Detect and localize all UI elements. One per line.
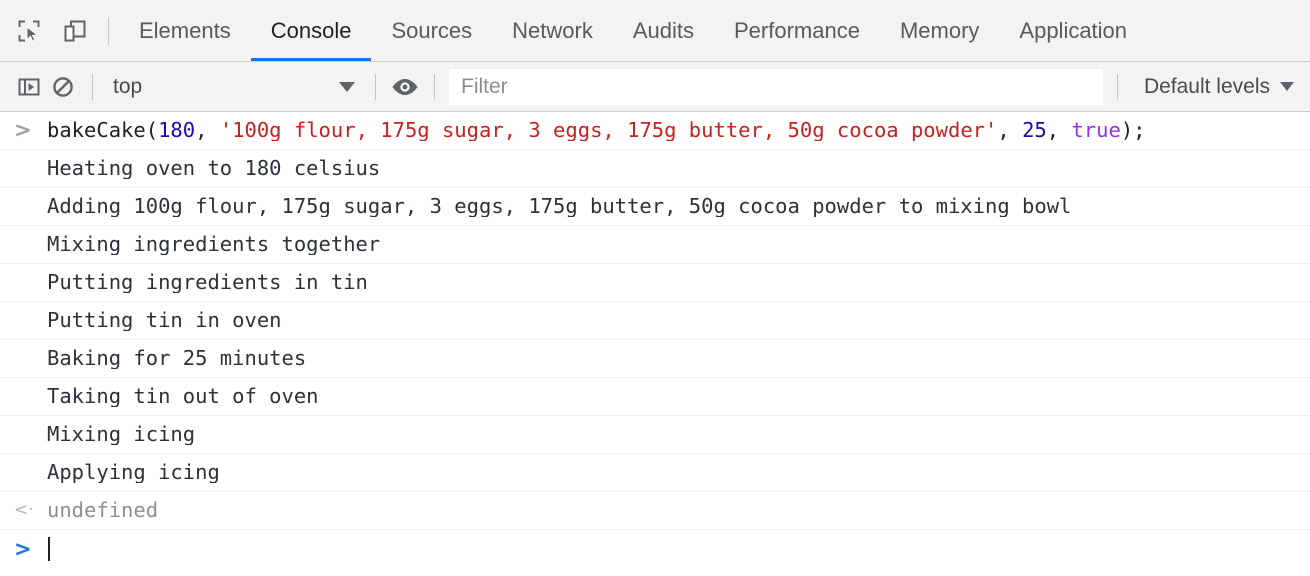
tab-audits-label: Audits — [632, 17, 694, 43]
show-console-sidebar-icon[interactable] — [12, 70, 46, 104]
text-cursor — [48, 537, 50, 561]
live-expressions-eye-icon[interactable] — [388, 70, 422, 104]
console-log-row: Putting ingredients in tin — [0, 264, 1310, 302]
console-log-text: Heating oven to 180 celsius — [47, 158, 381, 179]
console-log-row: Adding 100g flour, 175g sugar, 3 eggs, 1… — [0, 188, 1310, 226]
tab-performance[interactable]: Performance — [714, 0, 880, 61]
code-token-plain: , — [1046, 120, 1072, 141]
console-log-row: Putting tin in oven — [0, 302, 1310, 340]
tab-application[interactable]: Application — [999, 0, 1147, 61]
tab-elements-label: Elements — [139, 17, 231, 43]
tab-sources[interactable]: Sources — [371, 0, 492, 61]
code-token-boolean: true — [1071, 120, 1121, 141]
tab-console-label: Console — [270, 17, 352, 43]
log-levels-selector[interactable]: Default levels — [1130, 75, 1310, 99]
clear-console-icon[interactable] — [46, 70, 80, 104]
tab-elements[interactable]: Elements — [119, 0, 251, 61]
tab-network-label: Network — [512, 17, 593, 43]
code-token-number: 180 — [158, 120, 196, 141]
console-input-expression: bakeCake(180, '100g flour, 175g sugar, 3… — [47, 120, 1146, 141]
log-levels-label: Default levels — [1143, 74, 1270, 98]
chevron-down-icon — [339, 81, 355, 92]
console-log-text: Mixing icing — [47, 424, 196, 445]
code-token-plain: , — [997, 120, 1023, 141]
code-token-number: 25 — [1022, 120, 1047, 141]
panel-tabs: Elements Console Sources Network Audits … — [119, 0, 1147, 61]
inspect-element-icon[interactable] — [14, 16, 44, 46]
console-sidebar-glyph — [18, 78, 40, 95]
chevron-right-icon: > — [14, 118, 32, 142]
console-result-value: undefined — [47, 500, 159, 521]
console-input-line[interactable]: > bakeCake(180, '100g flour, 175g sugar,… — [0, 112, 1310, 150]
clear-console-glyph — [53, 76, 73, 97]
console-log-text: Taking tin out of oven — [47, 386, 319, 407]
chevron-right-icon: > — [14, 536, 32, 561]
toolbar-divider-3 — [434, 73, 435, 100]
eye-glyph — [392, 78, 418, 95]
console-log-text: Adding 100g flour, 175g sugar, 3 eggs, 1… — [47, 196, 1072, 217]
tab-network[interactable]: Network — [492, 0, 613, 61]
console-log-text: Putting ingredients in tin — [47, 272, 368, 293]
filter-input[interactable] — [449, 68, 1103, 105]
tab-application-label: Application — [1019, 17, 1128, 43]
tab-bar-divider — [108, 17, 109, 45]
inspect-element-glyph — [18, 20, 40, 42]
console-log-text: Baking for 25 minutes — [47, 348, 307, 369]
prompt-marker: > — [14, 536, 47, 561]
execution-context-label: top — [113, 74, 143, 98]
toolbar-divider-4 — [1116, 73, 1118, 100]
console-log-text: Putting tin in oven — [47, 310, 282, 331]
toolbar-divider-1 — [92, 73, 93, 100]
tab-audits[interactable]: Audits — [613, 0, 714, 61]
device-toolbar-glyph — [64, 20, 86, 41]
console-message-list: > bakeCake(180, '100g flour, 175g sugar,… — [0, 112, 1310, 568]
tab-console[interactable]: Console — [250, 0, 372, 61]
code-token-string: '100g flour, 175g sugar, 3 eggs, 175g bu… — [219, 120, 998, 141]
toolbar-divider-2 — [375, 73, 376, 100]
tab-bar-icon-group — [0, 0, 90, 61]
code-token-plain: ); — [1120, 120, 1146, 141]
code-token-plain: bakeCake( — [47, 120, 159, 141]
chevron-down-icon — [1280, 82, 1294, 91]
console-log-text: Applying icing — [47, 462, 220, 483]
console-log-row: Heating oven to 180 celsius — [0, 150, 1310, 188]
execution-context-selector[interactable]: top — [105, 75, 363, 99]
console-log-row: Applying icing — [0, 454, 1310, 492]
device-toolbar-icon[interactable] — [60, 16, 90, 46]
tab-performance-label: Performance — [734, 17, 860, 43]
console-log-row: Mixing icing — [0, 416, 1310, 454]
console-log-row: Mixing ingredients together — [0, 226, 1310, 264]
code-token-plain: , — [195, 120, 220, 141]
tab-memory[interactable]: Memory — [880, 0, 999, 61]
console-toolbar: top Default levels — [0, 62, 1310, 112]
console-log-rows: Heating oven to 180 celsius Adding 100g f… — [0, 150, 1310, 492]
arrow-left-return-icon: <· — [14, 500, 34, 520]
console-result-line: <· undefined — [0, 492, 1310, 530]
console-log-row: Taking tin out of oven — [0, 378, 1310, 416]
devtools-tab-bar: Elements Console Sources Network Audits … — [0, 0, 1310, 62]
input-marker: > — [14, 120, 47, 141]
tab-sources-label: Sources — [391, 17, 473, 43]
console-log-text: Mixing ingredients together — [47, 234, 381, 255]
tab-memory-label: Memory — [899, 17, 980, 43]
console-prompt-line[interactable]: > — [0, 530, 1310, 568]
result-marker: <· — [14, 502, 47, 519]
console-log-row: Baking for 25 minutes — [0, 340, 1310, 378]
